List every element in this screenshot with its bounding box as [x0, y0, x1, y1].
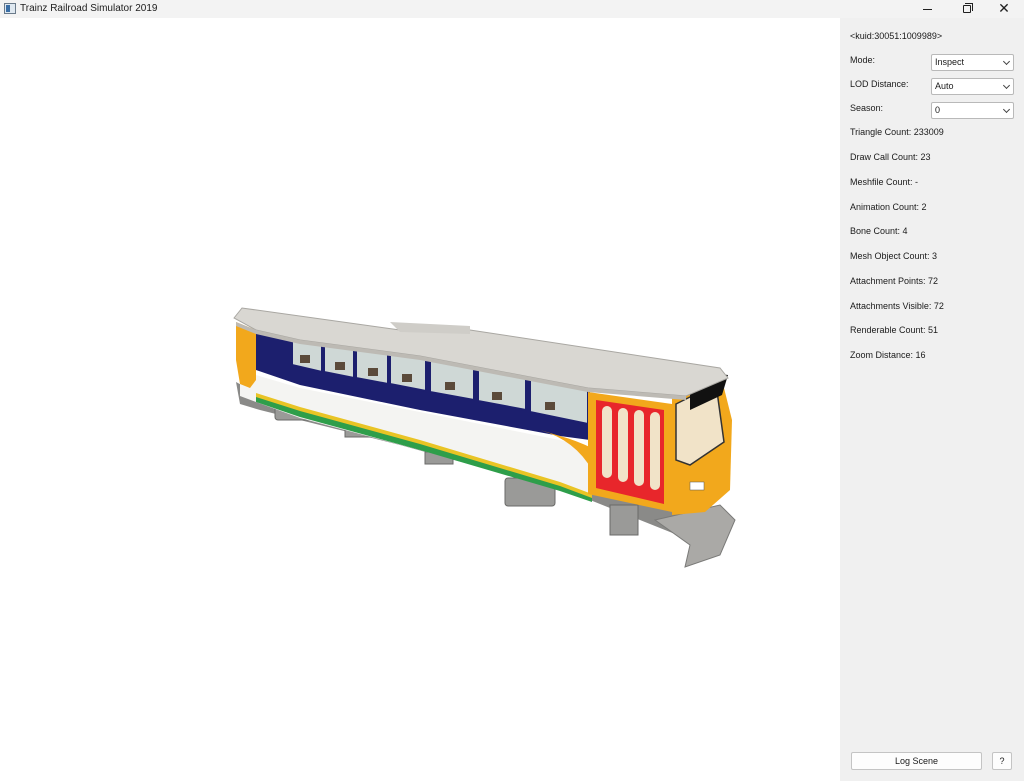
- lod-distance-label: LOD Distance:: [850, 79, 909, 89]
- attachment-points: Attachment Points: 72: [850, 276, 939, 286]
- title-bar: Trainz Railroad Simulator 2019 ✕: [0, 0, 1024, 18]
- triangle-count: Triangle Count: 233009: [850, 127, 944, 137]
- animation-count: Animation Count: 2: [850, 202, 927, 212]
- 3d-viewport[interactable]: [0, 18, 840, 781]
- app-window-icon: [4, 3, 16, 14]
- restore-button[interactable]: [948, 0, 986, 18]
- restore-icon: [963, 3, 973, 13]
- season-dropdown[interactable]: 0: [931, 102, 1014, 119]
- mesh-object-count: Mesh Object Count: 3: [850, 251, 938, 261]
- mode-dropdown[interactable]: Inspect: [931, 54, 1014, 71]
- help-button[interactable]: ?: [992, 752, 1012, 770]
- mode-label: Mode:: [850, 55, 876, 65]
- attachments-visible: Attachments Visible: 72: [850, 301, 944, 311]
- kuid-label: <kuid:30051:1009989>: [850, 31, 943, 41]
- season-value: 0: [935, 105, 941, 115]
- chevron-down-icon: [1002, 57, 1011, 66]
- chevron-down-icon: [1002, 105, 1011, 114]
- minimize-icon: [922, 8, 932, 10]
- mode-value: Inspect: [935, 57, 965, 67]
- minimize-button[interactable]: [908, 0, 946, 18]
- log-scene-button[interactable]: Log Scene: [851, 752, 982, 770]
- draw-call-count: Draw Call Count: 23: [850, 152, 931, 162]
- lod-distance-value: Auto: [935, 81, 954, 91]
- renderable-count: Renderable Count: 51: [850, 325, 939, 335]
- inspector-panel: <kuid:30051:1009989> Mode: Inspect LOD D…: [840, 18, 1024, 781]
- lod-distance-dropdown[interactable]: Auto: [931, 78, 1014, 95]
- zoom-distance: Zoom Distance: 16: [850, 350, 926, 360]
- close-icon: ✕: [998, 1, 1010, 17]
- bone-count: Bone Count: 4: [850, 226, 908, 236]
- meshfile-count: Meshfile Count: -: [850, 177, 919, 187]
- train-model-render: [233, 307, 736, 568]
- close-button[interactable]: ✕: [985, 0, 1023, 18]
- season-label: Season:: [850, 103, 884, 113]
- chevron-down-icon: [1002, 81, 1011, 90]
- window-title: Trainz Railroad Simulator 2019: [20, 3, 158, 14]
